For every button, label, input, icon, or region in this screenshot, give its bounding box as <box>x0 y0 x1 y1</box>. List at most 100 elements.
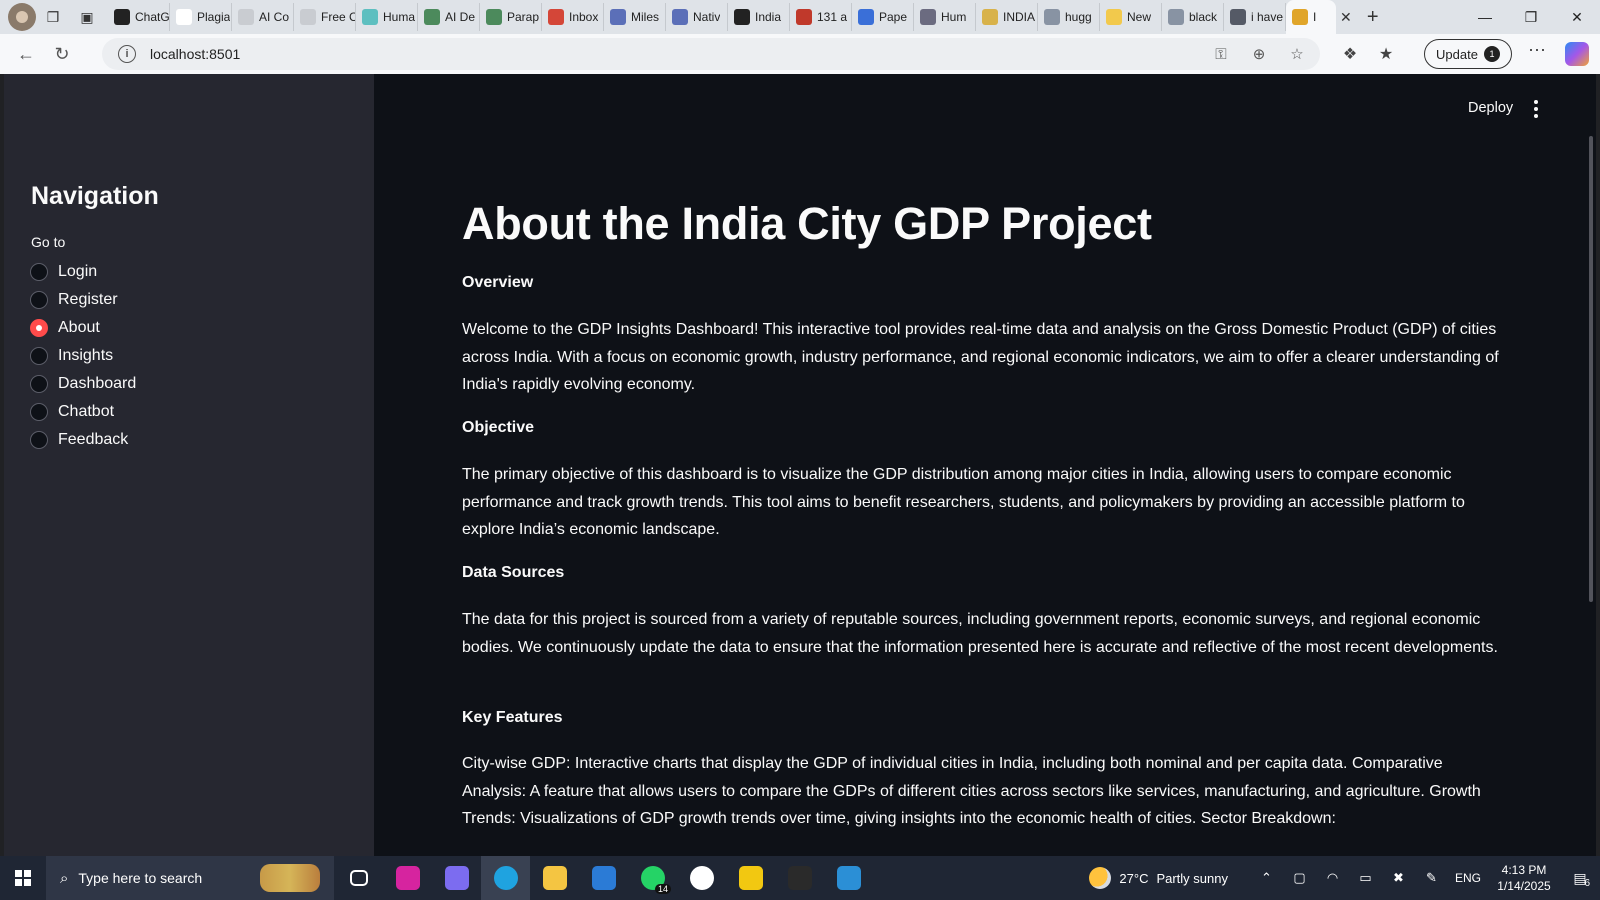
tab-actions-icon[interactable]: ▣ <box>70 3 104 31</box>
address-bar[interactable]: i localhost:8501 ⚿ ⊕ ☆ <box>102 38 1320 70</box>
taskbar-app-vscode[interactable] <box>824 856 873 900</box>
terminal-icon <box>787 866 812 890</box>
radio-option-feedback[interactable]: Feedback <box>30 426 136 454</box>
radio-circle-icon[interactable] <box>30 375 48 393</box>
workspaces-icon[interactable]: ❐ <box>36 3 70 31</box>
site-info-icon[interactable]: i <box>118 45 136 63</box>
taskbar-app-file-explorer[interactable] <box>530 856 579 900</box>
chevron-up-icon[interactable]: ⌃ <box>1250 870 1283 886</box>
section-heading-data-sources: Data Sources <box>462 564 565 581</box>
radio-option-login[interactable]: Login <box>30 258 136 286</box>
section-text-overview: Welcome to the GDP Insights Dashboard! T… <box>462 321 1499 394</box>
radio-option-chatbot[interactable]: Chatbot <box>30 398 136 426</box>
streamlit-app: Navigation Go to Login Register About Insig… <box>4 74 1596 856</box>
tab-title: Inbox <box>569 10 599 24</box>
browser-tab[interactable]: New <box>1100 3 1162 31</box>
tab-favicon-icon <box>548 9 564 25</box>
tab-favicon-icon <box>1044 9 1060 25</box>
radio-label: Chatbot <box>58 403 115 420</box>
language-indicator[interactable]: ENG <box>1448 871 1488 885</box>
scrollbar[interactable] <box>1589 136 1593 602</box>
browser-tab[interactable]: Hum <box>914 3 976 31</box>
clock[interactable]: 4:13 PM 1/14/2025 <box>1488 862 1560 894</box>
browser-tab[interactable]: India <box>728 3 790 31</box>
taskbar-app-edge[interactable] <box>481 856 530 900</box>
tab-favicon-icon <box>610 9 626 25</box>
browser-tab[interactable]: Inbox <box>542 3 604 31</box>
taskbar-app-task-view[interactable] <box>334 856 383 900</box>
restore-icon[interactable]: ❐ <box>1508 0 1554 34</box>
browser-tab[interactable]: AI Co <box>232 3 294 31</box>
radio-option-dashboard[interactable]: Dashboard <box>30 370 136 398</box>
volume-muted-icon[interactable]: ✖ <box>1382 870 1415 886</box>
browser-tab[interactable]: 131 a <box>790 3 852 31</box>
radio-circle-icon[interactable] <box>30 291 48 309</box>
reload-icon[interactable]: ↻ <box>44 38 80 70</box>
taskbar-app-copilot[interactable] <box>432 856 481 900</box>
browser-tab[interactable]: AI De <box>418 3 480 31</box>
password-key-icon[interactable]: ⚿ <box>1206 46 1236 63</box>
pen-icon[interactable]: ✎ <box>1415 870 1448 886</box>
taskbar-app-settings[interactable] <box>677 856 726 900</box>
taskbar-app-instagram[interactable] <box>383 856 432 900</box>
main-menu-icon[interactable] <box>1528 96 1544 122</box>
browser-tab-active[interactable]: I <box>1286 0 1336 34</box>
close-tab-icon[interactable]: ✕ <box>1340 9 1352 26</box>
browser-tab[interactable]: Parap <box>480 3 542 31</box>
browser-tab[interactable]: INDIA <box>976 3 1038 31</box>
browser-menu-icon[interactable]: ⋯ <box>1522 40 1552 68</box>
wifi-icon[interactable]: ◠ <box>1316 870 1349 886</box>
taskbar-app-power-bi[interactable] <box>726 856 775 900</box>
new-tab-button[interactable]: + <box>1358 3 1388 31</box>
edge-icon <box>493 866 518 890</box>
browser-tab[interactable]: Pape <box>852 3 914 31</box>
zoom-icon[interactable]: ⊕ <box>1244 45 1274 63</box>
taskbar-app-terminal[interactable] <box>775 856 824 900</box>
radio-circle-icon[interactable] <box>30 347 48 365</box>
system-tray: 27°C Partly sunny ⌃ ▢ ◠ ▭ ✖ ✎ ENG 4:13 P… <box>1089 856 1600 900</box>
browser-tab[interactable]: Plagia <box>170 3 232 31</box>
browser-tab[interactable]: hugg <box>1038 3 1100 31</box>
radio-circle-icon[interactable] <box>30 403 48 421</box>
radio-option-about[interactable]: About <box>30 314 136 342</box>
tab-title: Huma <box>383 10 416 24</box>
power-bi-icon <box>738 866 763 890</box>
taskbar-app-microsoft-store[interactable] <box>579 856 628 900</box>
tab-favicon-icon <box>362 9 378 25</box>
battery-icon[interactable]: ▭ <box>1349 870 1382 886</box>
browser-tab[interactable]: Huma <box>356 3 418 31</box>
favorite-star-icon[interactable]: ☆ <box>1282 45 1312 63</box>
profile-avatar[interactable] <box>8 3 36 31</box>
browser-tab[interactable]: black <box>1162 3 1224 31</box>
tab-favicon-icon <box>858 9 874 25</box>
back-icon[interactable]: ← <box>8 38 44 70</box>
meet-now-icon[interactable]: ▢ <box>1283 870 1316 886</box>
start-button[interactable] <box>0 856 46 900</box>
radio-circle-icon[interactable] <box>30 319 48 337</box>
update-button[interactable]: Update 1 <box>1424 39 1512 69</box>
weather-widget[interactable]: 27°C Partly sunny <box>1089 867 1228 889</box>
radio-option-insights[interactable]: Insights <box>30 342 136 370</box>
minimize-icon[interactable]: — <box>1462 0 1508 34</box>
browser-tab[interactable]: Nativ <box>666 3 728 31</box>
browser-tab[interactable]: i have <box>1224 3 1286 31</box>
url-text[interactable]: localhost:8501 <box>150 46 240 62</box>
deploy-button[interactable]: Deploy <box>1468 100 1513 116</box>
copilot-icon[interactable] <box>1565 42 1589 66</box>
notifications-icon[interactable]: ▤ 6 <box>1560 870 1600 889</box>
taskbar-app-whatsapp[interactable]: 14 <box>628 856 677 900</box>
browser-tab[interactable]: Free C <box>294 3 356 31</box>
tab-title: ChatG <box>135 10 169 24</box>
radio-circle-icon[interactable] <box>30 431 48 449</box>
tab-favicon-icon <box>300 9 316 25</box>
browser-tab[interactable]: ChatG <box>108 3 170 31</box>
taskbar-search[interactable]: ⌕ Type here to search <box>46 856 334 900</box>
radio-circle-icon[interactable] <box>30 263 48 281</box>
tab-title: Nativ <box>693 10 721 24</box>
browser-tab[interactable]: Miles <box>604 3 666 31</box>
radio-option-register[interactable]: Register <box>30 286 136 314</box>
tab-favicon-icon <box>424 9 440 25</box>
extensions-icon[interactable]: ❖ <box>1332 44 1368 64</box>
close-window-icon[interactable]: ✕ <box>1554 0 1600 34</box>
favorites-icon[interactable]: ★ <box>1368 44 1404 64</box>
